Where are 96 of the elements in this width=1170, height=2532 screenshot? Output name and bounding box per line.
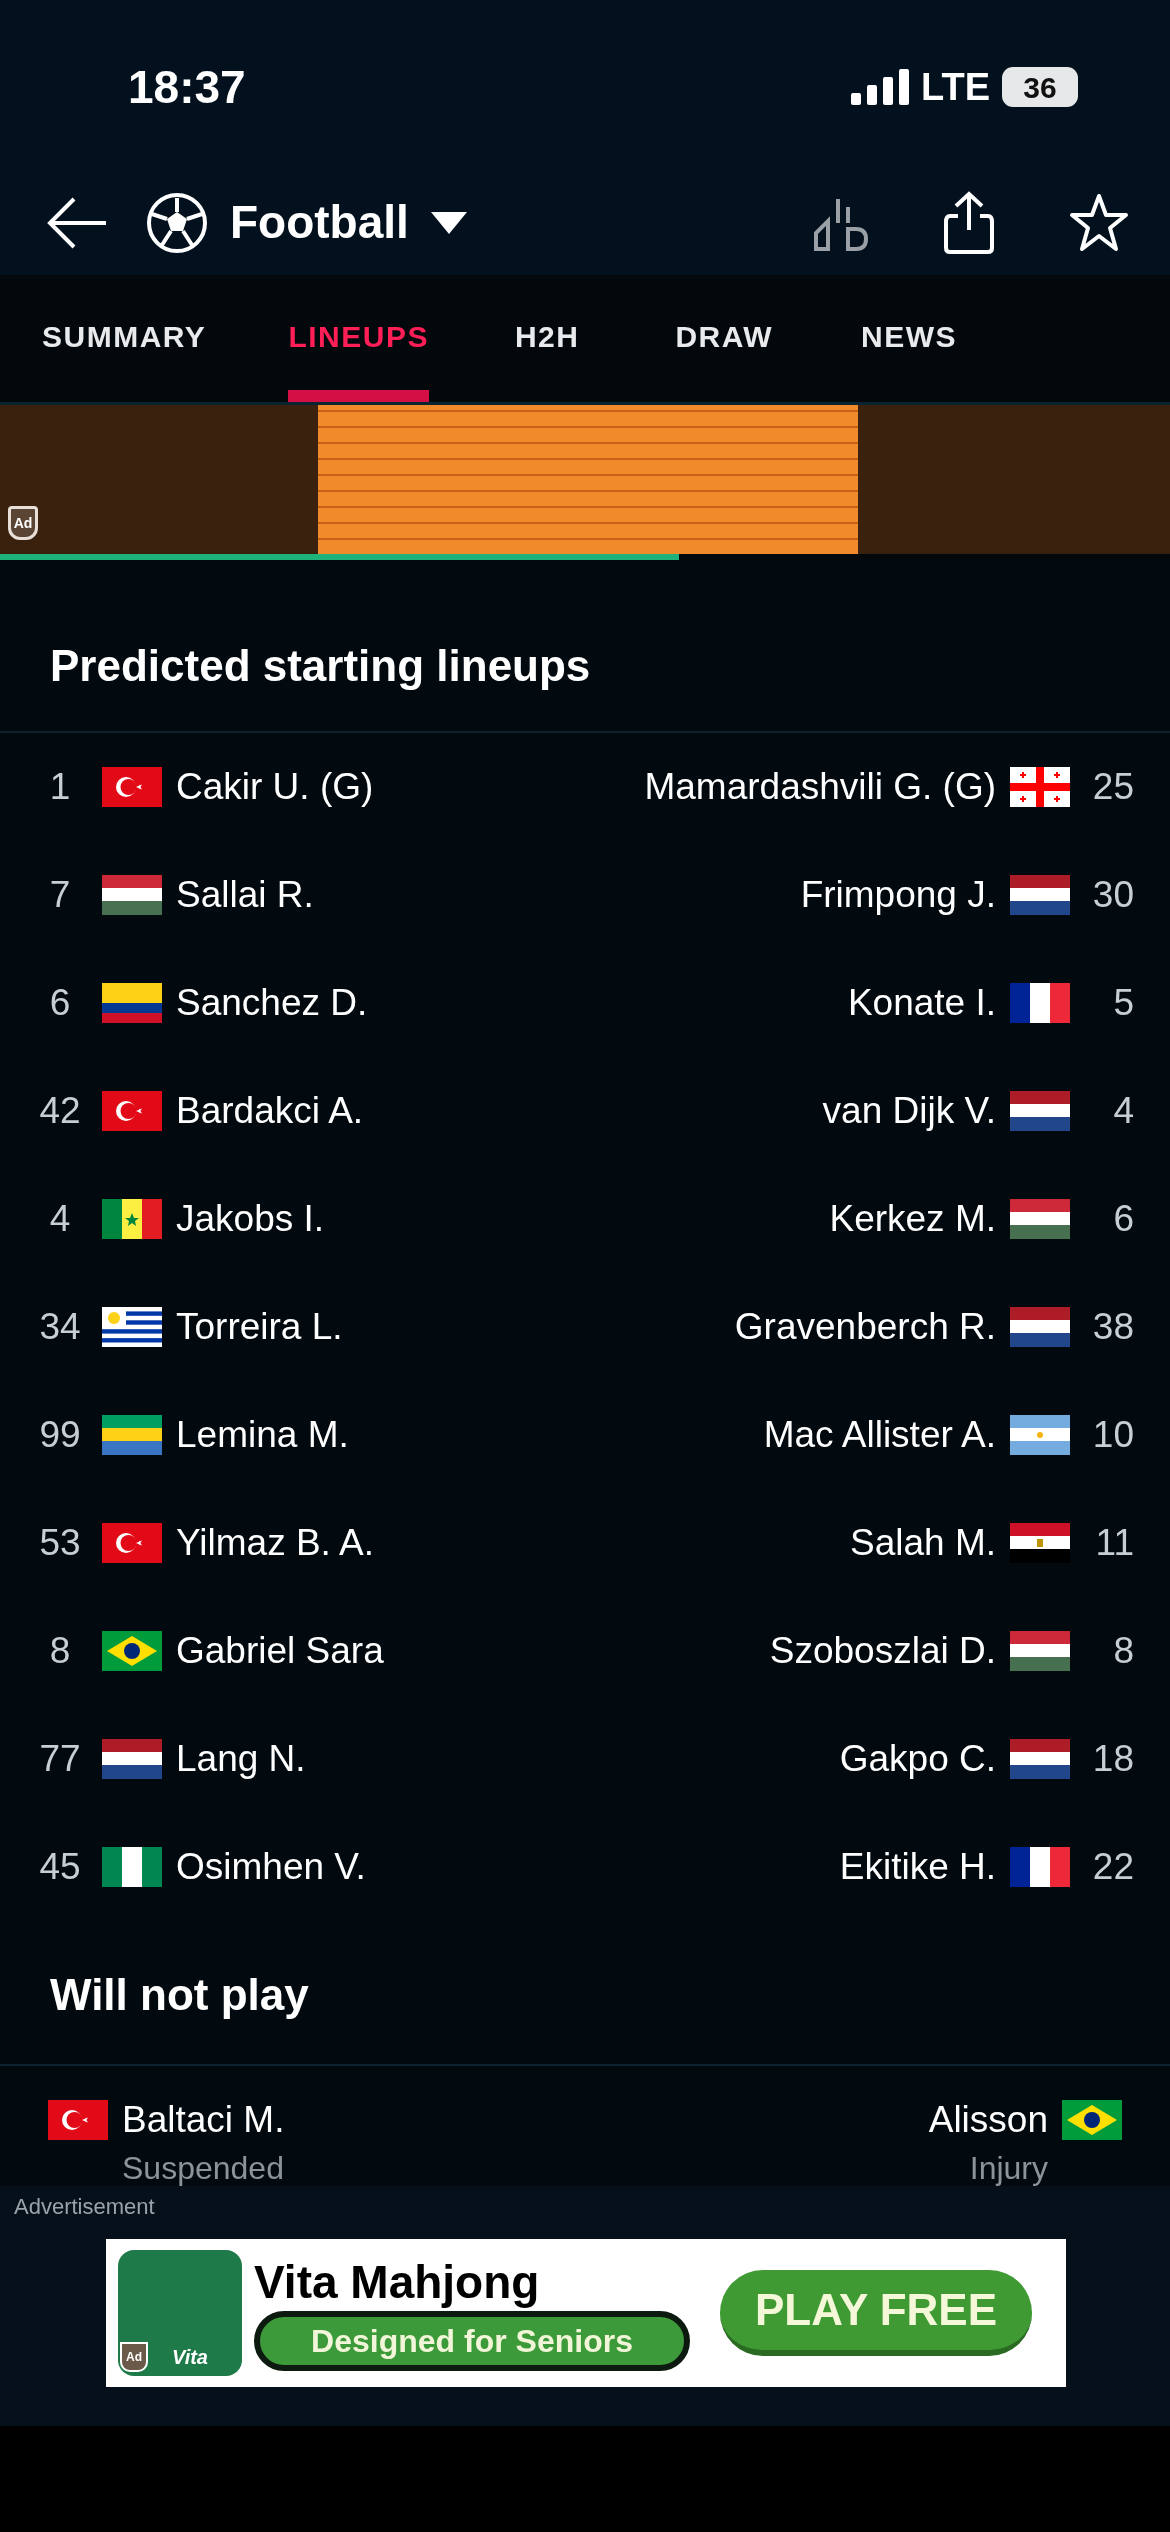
tab[interactable]: DRAW bbox=[675, 275, 774, 402]
flag-icon bbox=[102, 1523, 162, 1563]
player-name[interactable]: Mac Allister A. bbox=[763, 1407, 996, 1463]
flag-icon bbox=[48, 2099, 108, 2140]
favorite-button[interactable] bbox=[1068, 192, 1130, 253]
ad-badge: Ad bbox=[120, 2342, 148, 2372]
shirt-number: 5 bbox=[1112, 981, 1134, 1026]
player-name[interactable]: Lemina M. bbox=[176, 1407, 349, 1463]
share-icon bbox=[942, 189, 996, 256]
shirt-number: 8 bbox=[48, 1629, 72, 1674]
shirt-number: 45 bbox=[38, 1845, 82, 1890]
player-name[interactable]: Gakpo C. bbox=[839, 1731, 996, 1787]
flag-icon bbox=[102, 1847, 162, 1887]
flag-icon bbox=[1010, 1307, 1070, 1347]
player-name[interactable]: Salah M. bbox=[850, 1515, 996, 1571]
shirt-number: 30 bbox=[1091, 873, 1134, 918]
player-name[interactable]: Gravenberch R. bbox=[734, 1299, 996, 1355]
player-name[interactable]: Sallai R. bbox=[176, 867, 314, 923]
flag-icon bbox=[102, 983, 162, 1023]
shirt-number: 6 bbox=[1112, 1197, 1134, 1242]
player-name[interactable]: Gabriel Sara bbox=[176, 1623, 384, 1679]
flag-icon bbox=[1010, 1631, 1070, 1671]
shirt-number: 6 bbox=[48, 981, 72, 1026]
flag-icon bbox=[102, 1199, 162, 1239]
flag-icon bbox=[102, 1091, 162, 1131]
flag-icon bbox=[1062, 2099, 1122, 2140]
section-title: Predicted starting lineups bbox=[50, 640, 591, 692]
player-name[interactable]: Torreira L. bbox=[176, 1299, 343, 1355]
ad-badge: Ad bbox=[8, 506, 38, 540]
flag-icon bbox=[1010, 767, 1070, 807]
flag-icon bbox=[1010, 1847, 1070, 1887]
battery-icon: 36 bbox=[1002, 67, 1078, 107]
player-name[interactable]: Yilmaz B. A. bbox=[176, 1515, 375, 1571]
flag-icon bbox=[102, 1415, 162, 1455]
shirt-number: 53 bbox=[38, 1521, 82, 1566]
sport-selector[interactable]: Football bbox=[146, 188, 467, 257]
player-name[interactable]: Lang N. bbox=[176, 1731, 306, 1787]
shirt-number: 38 bbox=[1091, 1305, 1134, 1350]
tab[interactable]: SUMMARY bbox=[42, 275, 207, 402]
ad-label: Advertisement bbox=[14, 2193, 156, 2221]
section-title: Will not play bbox=[50, 1969, 309, 2021]
player-name[interactable]: Osimhen V. bbox=[176, 1839, 366, 1895]
player-name[interactable]: Ekitike H. bbox=[839, 1839, 996, 1895]
player-name[interactable]: Cakir U. (G) bbox=[176, 759, 374, 815]
ad-card[interactable]: Ad Vita Vita Mahjong Designed for Seniors PLAY FREE bbox=[106, 2239, 1066, 2387]
player-name[interactable]: Mamardashvili G. (G) bbox=[644, 759, 996, 815]
flag-icon bbox=[1010, 1091, 1070, 1131]
caret-icon bbox=[430, 211, 467, 234]
star-icon bbox=[1068, 192, 1130, 253]
shirt-number: 25 bbox=[1091, 765, 1134, 810]
flag-icon bbox=[102, 875, 162, 915]
shirt-number: 34 bbox=[38, 1305, 82, 1350]
tab[interactable]: H2H bbox=[514, 275, 580, 402]
shirt-number: 7 bbox=[48, 873, 72, 918]
flag-icon bbox=[1010, 1415, 1070, 1455]
shirt-number: 4 bbox=[1112, 1089, 1134, 1134]
logo-text: Vita bbox=[172, 2345, 208, 2370]
player-name[interactable]: Baltaci M. bbox=[122, 2092, 285, 2148]
player-name[interactable]: Szoboszlai D. bbox=[769, 1623, 996, 1679]
flag-icon bbox=[102, 1307, 162, 1347]
player-name[interactable]: Frimpong J. bbox=[800, 867, 996, 923]
flag-icon bbox=[1010, 983, 1070, 1023]
share-button[interactable] bbox=[942, 189, 996, 256]
football-icon bbox=[146, 191, 208, 254]
network-label: LTE bbox=[921, 64, 990, 110]
player-name[interactable]: Konate I. bbox=[847, 975, 996, 1031]
shirt-number: 8 bbox=[1112, 1629, 1134, 1674]
flag-icon bbox=[1010, 1199, 1070, 1239]
signal-icon bbox=[851, 69, 910, 105]
shirt-number: 10 bbox=[1091, 1413, 1134, 1458]
absence-reason: Injury bbox=[969, 2148, 1048, 2186]
shirt-number: 22 bbox=[1091, 1845, 1134, 1890]
shirt-number: 11 bbox=[1094, 1521, 1134, 1566]
flag-icon bbox=[102, 767, 162, 807]
player-name[interactable]: Sanchez D. bbox=[176, 975, 368, 1031]
flag-icon bbox=[1010, 875, 1070, 915]
player-name[interactable]: Kerkez M. bbox=[829, 1191, 996, 1247]
flag-icon bbox=[1010, 1523, 1070, 1563]
shirt-number: 42 bbox=[38, 1089, 82, 1134]
ad-title: Vita Mahjong bbox=[254, 2255, 541, 2309]
shirt-number: 18 bbox=[1091, 1737, 1134, 1782]
player-name[interactable]: Alisson bbox=[928, 2092, 1048, 2148]
ad-subtitle: Designed for Seniors bbox=[254, 2311, 690, 2371]
absence-reason: Suspended bbox=[122, 2148, 285, 2186]
shirt-number: 99 bbox=[38, 1413, 82, 1458]
flag-icon bbox=[102, 1631, 162, 1671]
player-name[interactable]: Bardakci A. bbox=[176, 1083, 364, 1139]
tab[interactable]: NEWS bbox=[861, 275, 958, 402]
shirt-number: 77 bbox=[38, 1737, 82, 1782]
shirt-number: 4 bbox=[48, 1197, 72, 1242]
player-name[interactable]: Jakobs I. bbox=[176, 1191, 325, 1247]
status-time: 18:37 bbox=[128, 59, 246, 115]
flag-icon bbox=[1010, 1739, 1070, 1779]
flag-icon bbox=[102, 1739, 162, 1779]
shirt-number: 1 bbox=[48, 765, 72, 810]
player-name[interactable]: van Dijk V. bbox=[822, 1083, 996, 1139]
